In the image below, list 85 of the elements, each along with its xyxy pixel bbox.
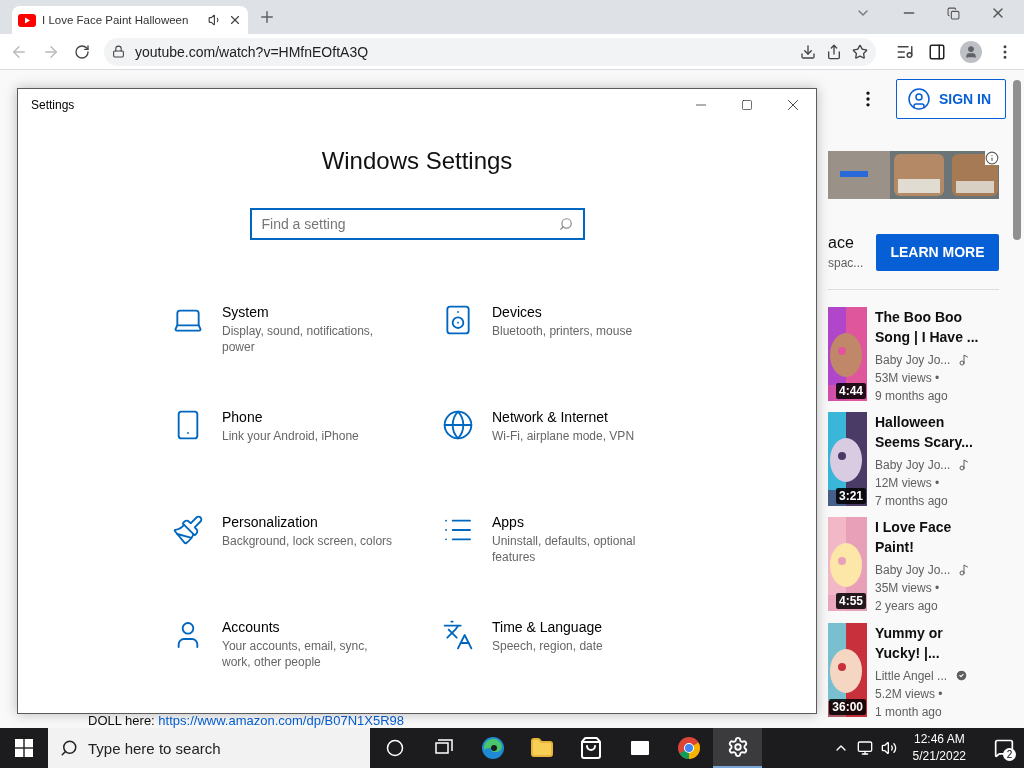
upload-age: 1 month ago xyxy=(875,703,943,721)
windows-logo-icon[interactable] xyxy=(15,739,33,757)
category-description: Display, sound, notifications, power xyxy=(222,323,374,355)
video-title[interactable]: Halloween Seems Scary... xyxy=(875,412,973,453)
paintbrush-icon xyxy=(172,514,204,546)
language-icon xyxy=(442,619,474,651)
sign-in-button[interactable]: SIGN IN xyxy=(896,79,1006,119)
globe-icon xyxy=(442,409,474,441)
folder-icon xyxy=(529,736,554,760)
channel-name: Baby Joy Jo... xyxy=(875,351,951,369)
category-description: Link your Android, iPhone xyxy=(222,428,359,444)
shopping-bag-icon xyxy=(578,736,603,760)
category-description: Your accounts, email, sync, work, other people xyxy=(222,638,368,670)
new-tab-icon[interactable] xyxy=(258,8,276,26)
category-name[interactable]: Time & Language xyxy=(492,619,603,635)
view-count: 12M views • xyxy=(875,475,941,493)
tab-title: I Love Face Paint Halloween xyxy=(42,14,190,26)
gear-icon xyxy=(726,736,749,758)
category-name[interactable]: Devices xyxy=(492,304,633,320)
video-title[interactable]: I Love Face Paint! xyxy=(875,517,971,558)
scrollbar-thumb[interactable] xyxy=(1013,80,1021,240)
video-title[interactable]: Yummy or Yucky! |... xyxy=(875,622,969,663)
search-icon xyxy=(60,739,78,757)
ad-subtitle: spac... xyxy=(828,256,861,271)
side-panel-icon[interactable] xyxy=(928,42,946,61)
profile-avatar[interactable] xyxy=(960,40,982,63)
clock[interactable]: 12:46 AM 5/21/2022 xyxy=(912,731,966,765)
view-count: 53M views • xyxy=(875,369,941,387)
music-note-icon xyxy=(958,353,971,366)
upload-age: 2 years ago xyxy=(875,598,939,616)
share-icon[interactable] xyxy=(826,43,842,60)
notification-count: 2 xyxy=(1003,748,1016,761)
category-name[interactable]: Network & Internet xyxy=(492,409,635,425)
star-icon[interactable] xyxy=(852,43,868,60)
lock-icon xyxy=(112,45,125,58)
video-duration: 3:21 xyxy=(835,488,866,505)
category-description: Bluetooth, printers, mouse xyxy=(492,323,633,339)
circle-icon xyxy=(385,739,404,757)
address-bar[interactable]: youtube.com/watch?v=HMfnEOftA3Q xyxy=(104,37,876,66)
category-description: Wi-Fi, airplane mode, VPN xyxy=(492,428,635,444)
chrome-logo-icon xyxy=(676,736,701,760)
restore-icon[interactable] xyxy=(947,6,960,20)
view-count: 35M views • xyxy=(875,580,941,598)
settings-heading: Windows Settings xyxy=(321,147,513,175)
ad-title: ace xyxy=(828,234,855,253)
music-note-icon xyxy=(958,564,971,577)
learn-more-button[interactable]: LEARN MORE xyxy=(876,233,999,271)
category-name[interactable]: Phone xyxy=(222,409,359,425)
youtube-logo-icon xyxy=(18,13,36,27)
taskbar-app-button[interactable] xyxy=(713,728,762,768)
person-icon xyxy=(907,87,931,111)
video-duration: 4:55 xyxy=(835,593,866,610)
notifications-icon[interactable] xyxy=(994,738,1014,758)
download-icon[interactable] xyxy=(800,43,816,60)
reload-icon[interactable] xyxy=(74,43,90,60)
search-field[interactable]: Find a setting xyxy=(249,208,585,240)
category-name[interactable]: Personalization xyxy=(222,514,393,530)
category-name[interactable]: Apps xyxy=(492,514,636,530)
category-description: Speech, region, date xyxy=(492,638,603,654)
channel-name: Baby Joy Jo... xyxy=(875,457,951,475)
info-icon[interactable] xyxy=(985,151,999,165)
channel-name: Little Angel ... xyxy=(875,667,948,685)
volume-icon[interactable] xyxy=(880,740,897,756)
edge-logo-icon xyxy=(480,736,505,760)
category-description: Background, lock screen, colors xyxy=(222,533,393,549)
taskbar-search-field[interactable]: Type here to search xyxy=(48,728,370,768)
description-text: DOLL here: https://www.amazon.com/dp/B07N1X5R98 xyxy=(88,714,406,728)
upload-age: 7 months ago xyxy=(875,493,949,511)
network-icon[interactable] xyxy=(856,740,873,756)
upload-age: 9 months ago xyxy=(875,387,949,405)
link[interactable]: https://www.amazon.com/dp/B07N1X5R98 xyxy=(158,713,405,728)
task-view-icon xyxy=(433,739,454,757)
category-description: Uninstall, defaults, optional features xyxy=(492,533,636,565)
close-icon[interactable] xyxy=(228,13,242,27)
category-name[interactable]: Accounts xyxy=(222,619,368,635)
window-title: Settings xyxy=(31,98,76,112)
verified-icon xyxy=(955,669,969,683)
channel-name: Baby Joy Jo... xyxy=(875,562,951,580)
video-title[interactable]: The Boo Boo Song | I Have ... xyxy=(875,306,979,347)
category-name[interactable]: System xyxy=(222,304,374,320)
view-count: 5.2M views • xyxy=(875,685,944,703)
maximize-icon[interactable] xyxy=(741,99,753,111)
browser-tab[interactable]: I Love Face Paint Halloween xyxy=(12,6,248,34)
music-note-icon xyxy=(958,459,971,472)
search-icon xyxy=(558,217,573,231)
